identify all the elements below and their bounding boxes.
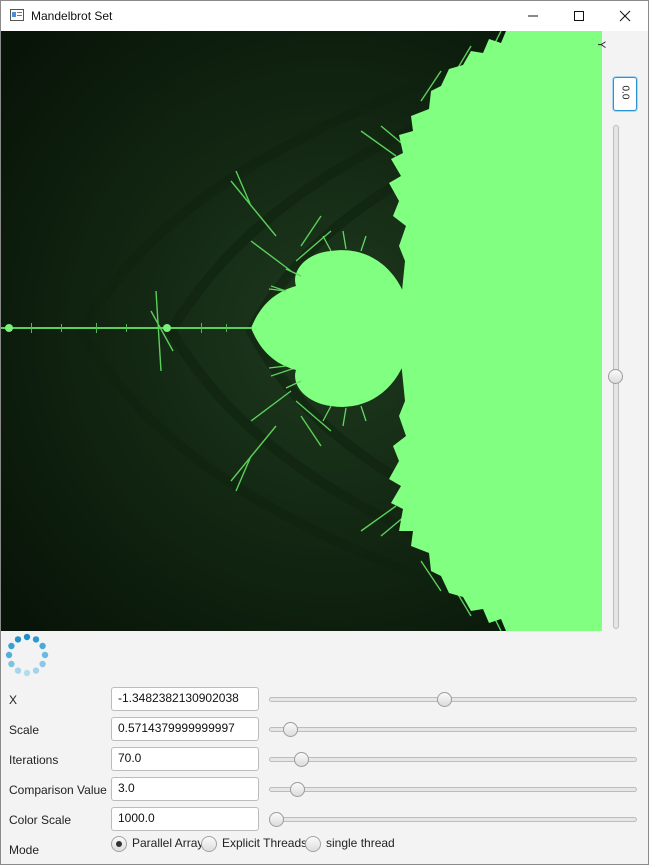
y-slider-thumb[interactable] <box>608 368 623 384</box>
radio-circle <box>305 836 321 852</box>
app-icon <box>10 9 24 21</box>
color-scale-slider-track[interactable] <box>269 817 637 822</box>
title-bar[interactable]: Mandelbrot Set <box>1 1 648 31</box>
scale-slider-thumb[interactable] <box>283 722 299 737</box>
y-value-field[interactable]: 0.0 <box>613 77 637 111</box>
mode-option-label: Parallel Array <box>132 836 204 850</box>
color-scale-input[interactable] <box>112 808 256 828</box>
comparison-field[interactable] <box>111 777 259 801</box>
mode-option-label: Explicit Threads <box>222 836 308 850</box>
progress-spinner-icon <box>5 633 49 677</box>
color-scale-field[interactable] <box>111 807 259 831</box>
spinner-dot <box>14 667 22 674</box>
mandelbrot-canvas[interactable] <box>1 31 602 631</box>
iterations-slider-track[interactable] <box>269 757 637 762</box>
spinner-dot <box>41 651 49 659</box>
spinner-dot <box>23 669 31 677</box>
maximize-button[interactable] <box>556 1 602 31</box>
color-scale-slider-thumb[interactable] <box>269 812 284 827</box>
close-button[interactable] <box>602 1 648 31</box>
comparison-label: Comparison Value <box>9 783 107 797</box>
window-title: Mandelbrot Set <box>31 9 113 23</box>
color-scale-label: Color Scale <box>9 813 72 827</box>
spinner-dot <box>32 667 40 674</box>
y-value-text: 0.0 <box>619 85 631 100</box>
mode-label: Mode <box>9 843 40 857</box>
minimize-button[interactable] <box>510 1 556 31</box>
radio-circle <box>201 836 217 852</box>
spinner-dot <box>39 660 46 668</box>
x-slider-track[interactable] <box>269 697 637 702</box>
spinner-dot <box>39 642 46 650</box>
spinner-dot <box>8 660 15 668</box>
spinner-dot <box>14 636 22 643</box>
x-label: X <box>9 693 18 707</box>
app-window: Mandelbrot Set Y 0.0 X -1.34823821309020… <box>0 0 649 865</box>
mode-option-label: single thread <box>326 836 395 850</box>
scale-field[interactable] <box>111 717 259 741</box>
x-field[interactable] <box>111 687 259 711</box>
radio-selected-dot <box>116 841 122 847</box>
radio-circle <box>111 836 127 852</box>
y-label: Y <box>595 41 607 49</box>
minimize-icon <box>528 15 538 17</box>
iterations-slider-thumb[interactable] <box>293 752 309 767</box>
iterations-field[interactable] <box>111 747 259 771</box>
scale-slider-track[interactable] <box>269 727 637 732</box>
spinner-dot <box>8 642 15 650</box>
comparison-slider-track[interactable] <box>269 787 637 792</box>
comparison-slider-thumb[interactable] <box>290 782 306 797</box>
x-slider-thumb[interactable] <box>437 692 453 707</box>
scale-input[interactable] <box>112 718 256 738</box>
spinner-dot <box>5 651 13 659</box>
iterations-label: Iterations <box>9 753 59 767</box>
spinner-dot <box>32 636 40 643</box>
comparison-input[interactable] <box>112 778 256 798</box>
maximize-icon <box>574 11 584 21</box>
iterations-input[interactable] <box>112 748 256 768</box>
spinner-dot <box>23 633 31 641</box>
mandelbrot-set-body <box>389 31 602 631</box>
scale-label: Scale <box>9 723 40 737</box>
x-input[interactable] <box>112 688 256 708</box>
close-icon <box>619 10 631 22</box>
